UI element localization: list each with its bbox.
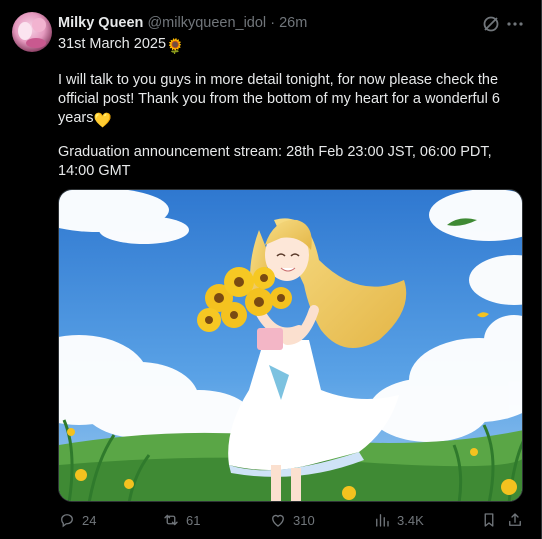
repost-icon [164, 514, 178, 526]
views-icon [376, 514, 389, 527]
post-text-stream: Graduation announcement stream: 28th Feb… [58, 143, 528, 181]
post-header: Milky Queen @milkyqueen_idol · 26m [58, 15, 307, 31]
repost-button[interactable]: 61 [162, 510, 200, 530]
date-line: 31st March 2025 [58, 36, 167, 52]
reply-icon [61, 514, 73, 528]
more-icon[interactable] [505, 14, 525, 34]
avatar[interactable] [12, 12, 52, 52]
share-button[interactable] [506, 510, 524, 530]
reply-button[interactable]: 24 [58, 510, 96, 530]
header-separator: · [270, 15, 276, 31]
post-image[interactable] [58, 189, 523, 502]
views-count: 3.4K [397, 512, 424, 528]
author-handle[interactable]: @milkyqueen_idol [147, 15, 266, 31]
reply-count: 24 [82, 512, 97, 528]
author-name[interactable]: Milky Queen [58, 15, 143, 31]
yellow-heart-emoji: 💛 [93, 113, 112, 129]
post-card[interactable]: Milky Queen @milkyqueen_idol · 26m 31st … [0, 0, 542, 539]
bookmark-icon [484, 513, 494, 527]
post-text-body: I will talk to you guys in more detail t… [58, 71, 528, 131]
sunflower-emoji: 🌻 [166, 39, 185, 55]
like-count: 310 [293, 512, 315, 528]
like-button[interactable]: 310 [269, 510, 315, 530]
illustration-graphic [59, 190, 522, 501]
post-text-date: 31st March 2025🌻 [58, 35, 528, 57]
heart-icon [272, 514, 284, 527]
bookmark-button[interactable] [480, 510, 498, 530]
stream-line: Graduation announcement stream: 28th Feb… [58, 144, 492, 179]
grok-icon[interactable] [481, 14, 501, 34]
action-bar: 24 61 310 3.4K [58, 510, 528, 532]
views-button[interactable]: 3.4K [373, 510, 424, 530]
repost-count: 61 [186, 512, 201, 528]
body-line: I will talk to you guys in more detail t… [58, 72, 500, 126]
post-time[interactable]: 26m [279, 15, 307, 31]
share-icon [509, 513, 521, 526]
